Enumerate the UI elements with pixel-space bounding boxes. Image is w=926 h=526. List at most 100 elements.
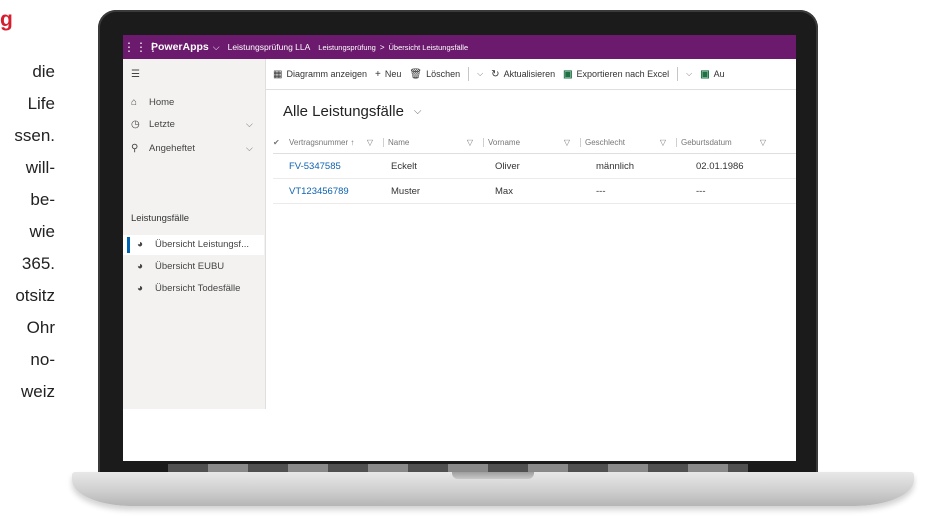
app-name[interactable]: PowerApps xyxy=(151,41,209,53)
laptop-hinge xyxy=(168,464,748,472)
sidebar-item-uebersicht-eubu[interactable]: ◕ Übersicht EUBU xyxy=(137,261,224,272)
record-link[interactable]: FV-5347585 xyxy=(285,161,387,172)
chevron-down-icon: ⌵ xyxy=(686,69,693,78)
hamburger-menu[interactable]: ☰ xyxy=(131,69,149,80)
command-bar: ▦ Diagramm anzeigen + Neu 🗑 Löschen ⌵ ↻ … xyxy=(265,59,796,90)
command-separator xyxy=(677,67,679,81)
chart-icon: ▦ xyxy=(273,68,283,80)
breadcrumb-area[interactable]: Leistungsprüfung xyxy=(318,43,376,52)
laptop-notch xyxy=(452,472,534,479)
chevron-down-icon[interactable]: ⌵ xyxy=(246,119,253,130)
article-line: Ohr xyxy=(26,318,55,337)
grid-header: ✔ Vertragsnummer ↑ ▽ Name ▽ Vorname ▽ Ge… xyxy=(273,131,796,154)
app-launcher-icon[interactable]: ⋮⋮⋮ xyxy=(123,40,159,54)
sidebar-item-label: Übersicht EUBU xyxy=(155,261,225,272)
sidebar-section-title: Leistungsfälle xyxy=(131,213,190,224)
cell-name: Eckelt xyxy=(391,160,417,172)
app-screen: ⋮⋮⋮ PowerApps ⌵ Leistungsprüfung LLA Lei… xyxy=(123,35,796,461)
sidebar-item-label: Letzte xyxy=(149,119,175,130)
export-excel-button[interactable]: ▣ Exportieren nach Excel xyxy=(563,69,669,80)
entity-icon: ◕ xyxy=(137,239,144,250)
article-line: will- xyxy=(25,158,55,177)
hamburger-icon: ☰ xyxy=(131,69,140,80)
article-line: wie xyxy=(29,222,55,241)
sidebar-item-label: Home xyxy=(149,97,175,108)
excel-template-label: Au xyxy=(713,69,725,79)
column-header-label: Name xyxy=(383,137,409,147)
cell-geburtsdatum: 02.01.1986 xyxy=(696,160,744,172)
article-line: no- xyxy=(30,350,55,369)
table-row[interactable]: VT123456789 Muster Max --- --- xyxy=(273,179,796,204)
more-export-options[interactable]: ⌵ xyxy=(686,69,692,79)
filter-icon[interactable]: ▽ xyxy=(367,138,373,147)
column-header-label: Vertragsnummer xyxy=(289,137,349,147)
column-header-name[interactable]: Name ▽ xyxy=(383,137,483,147)
column-header-label: Vorname xyxy=(483,137,520,147)
chevron-down-icon[interactable]: ⌵ xyxy=(246,143,253,154)
sidebar-item-label: Übersicht Todesfälle xyxy=(155,283,241,294)
checkmark-icon: ✔ xyxy=(273,137,280,147)
sidebar-item-recent[interactable]: ◷ Letzte ⌵ xyxy=(131,119,253,130)
breadcrumb-app[interactable]: Leistungsprüfung LLA xyxy=(228,42,311,52)
chevron-down-icon: ⌵ xyxy=(413,106,422,117)
excel-icon: ▣ xyxy=(563,68,573,80)
article-heading: g xyxy=(0,8,13,31)
delete-button[interactable]: 🗑 Löschen xyxy=(409,69,460,80)
sidebar-item-uebersicht-leistungsfaelle[interactable]: ◕ Übersicht Leistungsf... xyxy=(137,239,249,250)
breadcrumb-page: Übersicht Leistungsfälle xyxy=(388,42,469,52)
view-selector[interactable]: Alle Leistungsfälle ⌵ xyxy=(283,103,422,120)
entity-icon: ◕ xyxy=(137,261,144,272)
delete-label: Löschen xyxy=(426,69,461,79)
records-grid: ✔ Vertragsnummer ↑ ▽ Name ▽ Vorname ▽ Ge… xyxy=(273,131,796,204)
export-excel-label: Exportieren nach Excel xyxy=(576,69,670,79)
article-line: otsitz xyxy=(15,286,55,305)
filter-icon[interactable]: ▽ xyxy=(564,138,570,147)
more-delete-options[interactable]: ⌵ xyxy=(477,69,483,79)
table-row[interactable]: FV-5347585 Eckelt Oliver männlich 02.01.… xyxy=(273,154,796,179)
article-line: 365. xyxy=(21,254,55,273)
cell-geburtsdatum: --- xyxy=(696,185,706,197)
column-header-vorname[interactable]: Vorname ▽ xyxy=(483,137,580,147)
sidebar: ☰ ⌂ Home ◷ Letzte ⌵ ⚲ Angeheftet ⌵ Leist… xyxy=(123,59,266,409)
refresh-button[interactable]: ↻ Aktualisieren xyxy=(491,69,555,80)
command-separator xyxy=(468,67,470,81)
article-line: weiz xyxy=(20,382,55,401)
record-link[interactable]: VT123456789 xyxy=(285,186,387,197)
article-text: g die Life ssen. will- be- wie 365. otsi… xyxy=(0,0,96,526)
sidebar-item-label: Übersicht Leistungsf... xyxy=(155,239,249,250)
plus-icon: + xyxy=(375,68,381,80)
refresh-icon: ↻ xyxy=(491,68,500,80)
sidebar-item-home[interactable]: ⌂ Home xyxy=(131,97,174,108)
excel-icon: ▣ xyxy=(700,68,710,80)
excel-template-button[interactable]: ▣ Au xyxy=(700,69,724,80)
article-line: Life xyxy=(27,94,55,113)
filter-icon[interactable]: ▽ xyxy=(760,138,766,147)
entity-icon: ◕ xyxy=(137,283,144,294)
sidebar-active-indicator xyxy=(127,237,130,253)
article-line: die xyxy=(32,62,55,81)
article-line: ssen. xyxy=(14,126,55,145)
column-header-geschlecht[interactable]: Geschlecht ▽ xyxy=(580,137,676,147)
cell-vorname: Oliver xyxy=(495,160,520,172)
breadcrumb-separator: > xyxy=(379,42,385,52)
sidebar-item-uebersicht-todesfaelle[interactable]: ◕ Übersicht Todesfälle xyxy=(137,283,240,294)
chevron-down-icon[interactable]: ⌵ xyxy=(213,42,220,53)
sidebar-item-pinned[interactable]: ⚲ Angeheftet ⌵ xyxy=(131,143,253,154)
select-all-checkbox[interactable]: ✔ xyxy=(273,138,285,147)
clock-icon: ◷ xyxy=(131,119,140,130)
show-chart-label: Diagramm anzeigen xyxy=(286,69,367,79)
home-icon: ⌂ xyxy=(131,97,138,108)
article-line: be- xyxy=(30,190,55,209)
column-header-vertragsnummer[interactable]: Vertragsnummer ↑ ▽ xyxy=(285,138,383,147)
new-label: Neu xyxy=(384,69,402,79)
column-header-geburtsdatum[interactable]: Geburtsdatum ▽ xyxy=(676,137,776,147)
new-button[interactable]: + Neu xyxy=(375,69,401,80)
filter-icon[interactable]: ▽ xyxy=(660,138,666,147)
filter-icon[interactable]: ▽ xyxy=(467,138,473,147)
pin-icon: ⚲ xyxy=(131,143,139,154)
refresh-label: Aktualisieren xyxy=(503,69,556,79)
column-header-label: Geburtsdatum xyxy=(676,137,732,147)
show-chart-button[interactable]: ▦ Diagramm anzeigen xyxy=(273,69,367,80)
column-header-label: Geschlecht xyxy=(580,137,625,147)
chevron-down-icon: ⌵ xyxy=(477,69,484,78)
